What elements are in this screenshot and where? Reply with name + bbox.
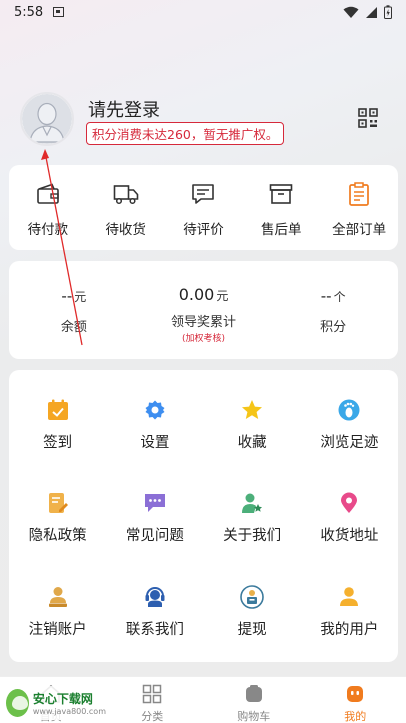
order-after-sales[interactable]: 售后单 — [242, 165, 320, 250]
service-label: 收货地址 — [320, 528, 379, 545]
login-prompt[interactable]: 请先登录 — [88, 96, 160, 122]
reward-value: 0.00 — [178, 285, 215, 304]
wifi-icon — [343, 6, 359, 18]
chat-bubble-icon — [144, 494, 165, 513]
leader-reward-stat[interactable]: 0.00 元 领导奖累计 (加权考核) — [139, 261, 269, 359]
service-delete-account[interactable]: 注销账户 — [9, 569, 106, 662]
avatar[interactable] — [20, 92, 74, 146]
reward-label: 领导奖累计 — [171, 315, 237, 330]
service-sign-in[interactable]: 签到 — [9, 382, 106, 475]
watermark-logo-icon — [6, 689, 29, 717]
points-unit: 个 — [333, 290, 346, 304]
status-time: 5:58 — [14, 4, 44, 20]
service-withdraw[interactable]: 提现 — [204, 569, 301, 662]
headset-icon — [145, 586, 165, 607]
user-icon — [340, 586, 359, 606]
tab-label: 分类 — [141, 710, 164, 723]
service-favorites[interactable]: 收藏 — [204, 382, 301, 475]
service-my-users[interactable]: 我的用户 — [301, 569, 398, 662]
reward-unit: 元 — [216, 289, 229, 303]
clipboard-icon — [349, 182, 369, 206]
document-edit-icon — [48, 493, 68, 514]
tab-label: 购物车 — [237, 710, 271, 723]
service-privacy-policy[interactable]: 隐私政策 — [9, 475, 106, 568]
service-label: 注销账户 — [28, 621, 87, 638]
promotion-notice-badge: 积分消费未达260，暂无推广权。 — [86, 122, 285, 145]
comment-icon — [192, 184, 215, 204]
order-pending-receipt[interactable]: 待收货 — [87, 165, 165, 250]
services-card: 签到 设置 收藏 浏览足迹 隐私政策 常见问题 关于我们 收货地址 注销账户 联… — [9, 370, 398, 662]
order-all[interactable]: 全部订单 — [320, 165, 398, 250]
tab-mine[interactable]: 我的 — [305, 677, 406, 723]
status-icons — [343, 5, 392, 19]
profile-icon — [347, 686, 364, 702]
service-label: 关于我们 — [223, 528, 282, 545]
order-pending-payment[interactable]: 待付款 — [9, 165, 87, 250]
service-label: 收藏 — [237, 435, 267, 451]
watermark: 安心下载网 www.java800.com — [2, 686, 106, 720]
service-browse-history[interactable]: 浏览足迹 — [301, 382, 398, 475]
service-label: 设置 — [140, 435, 170, 451]
battery-icon — [384, 5, 392, 19]
user-star-icon — [242, 493, 263, 514]
points-stat[interactable]: -- 个 积分 — [268, 261, 398, 359]
watermark-title: 安心下载网 — [32, 692, 93, 706]
service-label: 联系我们 — [125, 621, 184, 638]
reward-sub-label: (加权考核) — [181, 334, 226, 344]
order-pending-review[interactable]: 待评价 — [165, 165, 243, 250]
box-icon — [269, 184, 293, 204]
service-label: 我的用户 — [320, 621, 379, 638]
qr-code-icon[interactable] — [358, 108, 378, 128]
default-avatar-icon — [22, 94, 72, 144]
service-faq[interactable]: 常见问题 — [106, 475, 203, 568]
balance-unit: 元 — [74, 290, 87, 304]
cart-icon — [245, 685, 262, 702]
star-icon — [242, 400, 263, 419]
service-contact-us[interactable]: 联系我们 — [106, 569, 203, 662]
service-shipping-address[interactable]: 收货地址 — [301, 475, 398, 568]
footprint-icon — [338, 399, 360, 421]
grid-icon — [143, 684, 162, 704]
tab-cart[interactable]: 购物车 — [203, 677, 305, 723]
service-label: 签到 — [43, 435, 73, 451]
profile-header: 请先登录 积分消费未达260，暂无推广权。 — [20, 92, 390, 148]
order-label: 待评价 — [183, 222, 224, 238]
location-pin-icon — [341, 492, 358, 514]
withdraw-icon — [240, 584, 264, 609]
order-label: 全部订单 — [332, 222, 387, 238]
gear-icon — [145, 400, 165, 420]
user-stamp-icon — [48, 586, 67, 607]
points-label: 积分 — [320, 320, 347, 335]
calendar-check-icon — [47, 399, 68, 420]
signal-icon — [366, 6, 377, 18]
orders-card: 待付款 待收货 待评价 售后单 全部订单 — [9, 165, 398, 250]
watermark-url: www.java800.com — [32, 707, 106, 716]
service-settings[interactable]: 设置 — [106, 382, 203, 475]
service-label: 浏览足迹 — [320, 435, 379, 451]
order-label: 待付款 — [27, 222, 69, 238]
order-label: 售后单 — [261, 222, 302, 238]
balance-label: 余额 — [60, 320, 87, 335]
points-value: -- — [320, 287, 332, 305]
balance-value: -- — [61, 287, 73, 305]
service-label: 常见问题 — [125, 528, 184, 545]
stats-card: -- 元 余额 0.00 元 领导奖累计 (加权考核) -- 个 积分 — [9, 261, 398, 359]
service-label: 隐私政策 — [28, 528, 87, 545]
service-about-us[interactable]: 关于我们 — [204, 475, 301, 568]
order-label: 待收货 — [105, 222, 146, 238]
wallet-icon — [37, 183, 59, 204]
balance-stat[interactable]: -- 元 余额 — [9, 261, 139, 359]
truck-icon — [113, 185, 138, 205]
service-label: 提现 — [237, 621, 267, 638]
tab-label: 我的 — [344, 710, 367, 723]
notification-icon — [53, 7, 65, 17]
status-bar: 5:58 — [0, 0, 406, 24]
tab-category[interactable]: 分类 — [102, 677, 204, 723]
